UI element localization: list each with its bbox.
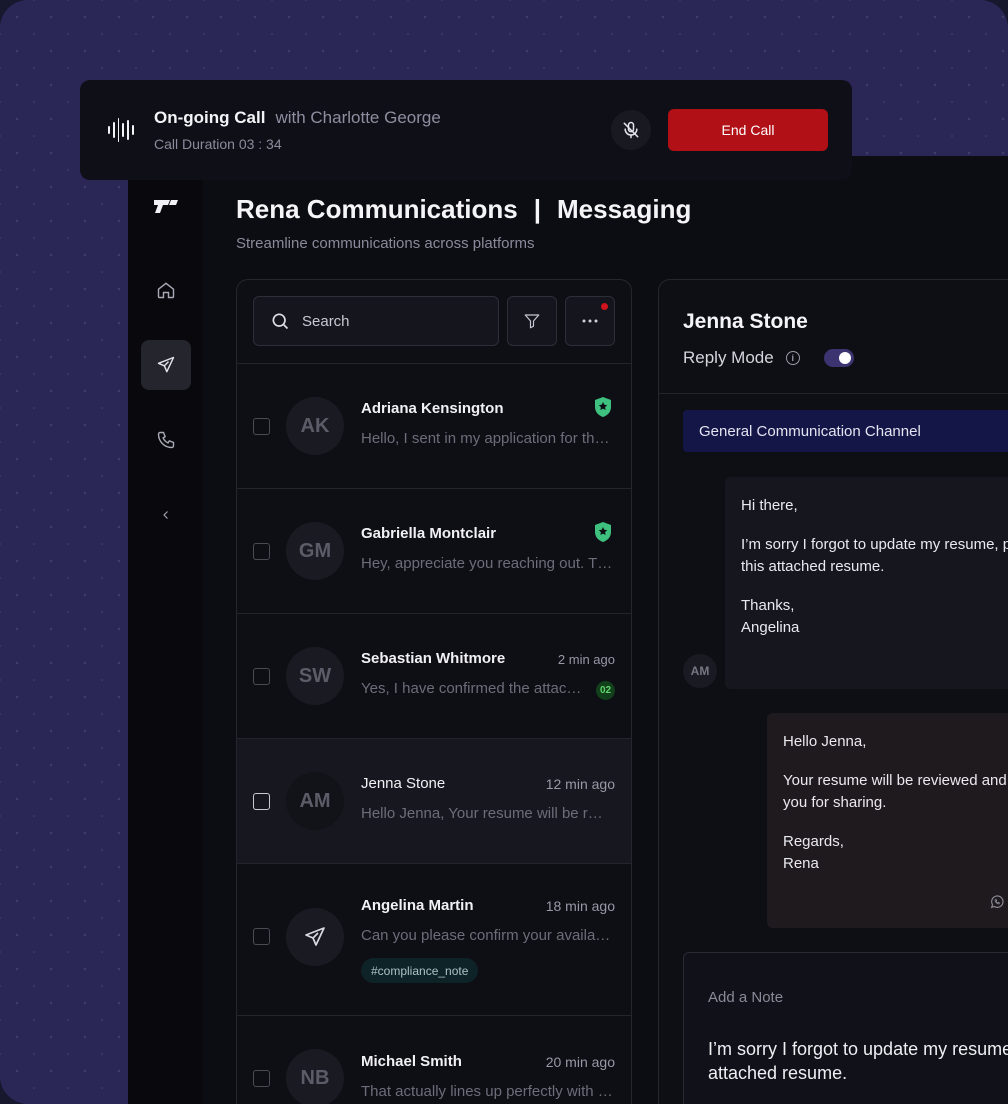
message-preview: Hello, I sent in my application for the … — [361, 430, 615, 447]
message-preview: That actually lines up perfectly with my… — [361, 1083, 615, 1100]
section-name: Messaging — [557, 194, 692, 224]
more-icon — [582, 319, 598, 323]
message-closing: Thanks, — [741, 597, 795, 614]
call-contact: with Charlotte George — [275, 108, 441, 127]
note-text[interactable]: I’m sorry I forgot to update my resume, … — [708, 1037, 1008, 1085]
notification-dot — [601, 303, 608, 310]
conversation-item[interactable]: AK Adriana Kensington Hello, I sent in m… — [237, 363, 631, 488]
sender-avatar: AM — [683, 654, 717, 688]
send-icon — [305, 927, 325, 946]
message-preview: Hey, appreciate you reaching out. Thanks — [361, 555, 615, 572]
conversation-item-active[interactable]: AM Jenna Stone 12 min ago Hello Jenna, Y… — [237, 738, 631, 863]
chat-panel: Jenna Stone Reply Mode i General Communi… — [658, 279, 1008, 1104]
filter-button[interactable] — [507, 296, 557, 346]
reply-mode-row: Reply Mode i — [683, 348, 854, 368]
message-greeting: Hi there, — [741, 497, 798, 514]
avatar: NB — [286, 1049, 344, 1104]
reply-mode-toggle[interactable] — [823, 349, 854, 367]
send-icon — [157, 356, 175, 373]
contact-name: Jenna Stone — [361, 775, 446, 792]
message-preview: Yes, I have confirmed the attachment — [361, 680, 587, 697]
conversation-item[interactable]: NB Michael Smith 20 min ago That actuall… — [237, 1015, 631, 1104]
note-editor[interactable]: Add a Note I’m sorry I forgot to update … — [683, 952, 1008, 1104]
message-body-line: this attached resume. — [741, 558, 885, 575]
whatsapp-icon — [990, 895, 1004, 909]
message-preview: Hello Jenna, Your resume will be reviewe… — [361, 805, 609, 822]
message-closing: Regards, — [783, 833, 844, 850]
search-box[interactable] — [253, 296, 499, 346]
avatar: SW — [286, 647, 344, 705]
contact-name: Angelina Martin — [361, 897, 474, 914]
reply-mode-label: Reply Mode — [683, 348, 774, 367]
nav-messaging[interactable] — [141, 340, 191, 390]
message-signature: Angelina — [741, 619, 800, 636]
message-body-line: Your resume will be reviewed and we will… — [783, 772, 1008, 789]
more-options-button[interactable] — [565, 296, 615, 346]
search-input[interactable] — [302, 312, 472, 330]
contact-name: Gabriella Montclair — [361, 525, 497, 542]
message-time: 18 min ago — [545, 898, 615, 914]
nav-rail — [128, 156, 203, 1104]
phone-icon — [157, 431, 175, 449]
message-time: 20 min ago — [545, 1054, 615, 1070]
home-icon — [157, 282, 175, 299]
row-checkbox[interactable] — [253, 418, 270, 435]
chevron-left-icon — [163, 511, 168, 519]
message-preview: Can you please confirm your availability — [361, 927, 615, 944]
message-signature: Rena — [783, 855, 819, 872]
verified-shield-icon — [595, 522, 611, 542]
avatar: GM — [286, 522, 344, 580]
brand-name: Rena Communications — [236, 194, 518, 224]
contact-name: Sebastian Whitmore — [361, 650, 506, 667]
row-checkbox[interactable] — [253, 1070, 270, 1087]
conversation-list-panel: AK Adriana Kensington Hello, I sent in m… — [236, 279, 632, 1104]
info-icon[interactable]: i — [785, 351, 800, 365]
avatar — [286, 908, 344, 966]
app-window: Rena Communications | Messaging Streamline… — [128, 156, 1008, 1104]
message-body-line: I’m sorry I forgot to update my resume, … — [741, 536, 1008, 553]
unread-count-badge: 02 — [596, 681, 615, 700]
mute-button[interactable] — [611, 110, 651, 150]
nav-home[interactable] — [141, 265, 191, 315]
title-separator: | — [533, 194, 541, 224]
ongoing-call-bar: On-going Call with Charlotte George Call… — [80, 80, 852, 180]
note-label: Add a Note — [708, 989, 784, 1006]
message-time: 12 min ago — [545, 776, 615, 792]
outgoing-message: Hello Jenna, Your resume will be reviewe… — [767, 713, 1008, 928]
compliance-tag[interactable]: #compliance_note — [361, 958, 479, 983]
row-checkbox[interactable] — [253, 543, 270, 560]
conversation-item[interactable]: Angelina Martin 18 min ago Can you pleas… — [237, 863, 631, 1015]
search-icon — [272, 313, 289, 330]
call-title: On-going Call — [154, 108, 266, 127]
contact-name: Michael Smith — [361, 1053, 462, 1070]
message-greeting: Hello Jenna, — [783, 733, 867, 750]
avatar: AK — [286, 397, 344, 455]
channel-banner[interactable]: General Communication Channel — [683, 410, 1008, 452]
contact-name: Adriana Kensington — [361, 400, 504, 417]
chat-contact-name: Jenna Stone — [683, 310, 808, 333]
chat-header: Jenna Stone Reply Mode i — [659, 280, 1008, 394]
message-body-line: you for sharing. — [783, 794, 887, 811]
collapse-sidebar-button[interactable] — [141, 490, 191, 540]
nav-calls[interactable] — [141, 415, 191, 465]
message-time: 2 min ago — [557, 652, 615, 667]
row-checkbox[interactable] — [253, 928, 270, 945]
end-call-button[interactable]: End Call — [668, 109, 828, 151]
row-checkbox[interactable] — [253, 668, 270, 685]
audio-wave-icon — [108, 117, 134, 143]
page-subtitle: Streamline communications across platfor… — [236, 235, 535, 252]
conversation-item[interactable]: SW Sebastian Whitmore 2 min ago Yes, I h… — [237, 613, 631, 738]
avatar: AM — [286, 772, 344, 830]
brand-logo-icon — [154, 200, 178, 213]
mic-off-icon — [623, 121, 639, 139]
conversation-item[interactable]: GM Gabriella Montclair Hey, appreciate y… — [237, 488, 631, 613]
verified-shield-icon — [595, 397, 611, 417]
page-title: Rena Communications | Messaging — [236, 194, 691, 225]
row-checkbox[interactable] — [253, 793, 270, 810]
incoming-message: Hi there, I’m sorry I forgot to update m… — [725, 477, 1008, 689]
call-duration: Call Duration 03 : 34 — [154, 136, 282, 152]
call-info: On-going Call with Charlotte George Call… — [154, 108, 441, 152]
filter-icon — [524, 314, 540, 329]
